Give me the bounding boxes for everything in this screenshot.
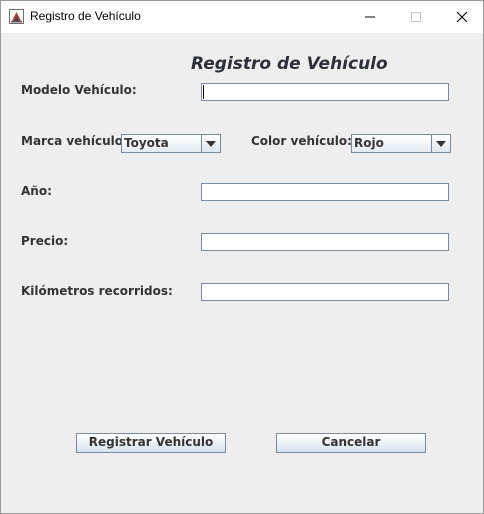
close-icon bbox=[456, 11, 468, 23]
anio-label: Año: bbox=[21, 184, 52, 198]
minimize-button[interactable] bbox=[347, 1, 393, 33]
km-label: Kilómetros recorridos: bbox=[21, 284, 173, 298]
chevron-down-icon[interactable] bbox=[201, 135, 220, 152]
register-button[interactable]: Registrar Vehículo bbox=[76, 433, 226, 453]
close-button[interactable] bbox=[439, 1, 484, 33]
maximize-button[interactable] bbox=[393, 1, 439, 33]
color-combobox[interactable]: Rojo bbox=[351, 134, 451, 153]
cancel-button[interactable]: Cancelar bbox=[276, 433, 426, 453]
chevron-down-icon[interactable] bbox=[431, 135, 450, 152]
modelo-label: Modelo Vehículo: bbox=[21, 83, 137, 97]
modelo-field[interactable] bbox=[201, 83, 449, 101]
color-label: Color vehículo: bbox=[251, 134, 352, 148]
java-app-icon bbox=[9, 9, 24, 24]
marca-label: Marca vehículo: bbox=[21, 134, 128, 148]
form-heading: Registro de Vehículo bbox=[191, 54, 388, 74]
form-panel: Registro de Vehículo Modelo Vehículo: Ma… bbox=[1, 33, 483, 513]
precio-field[interactable] bbox=[201, 233, 449, 251]
km-field[interactable] bbox=[201, 283, 449, 301]
app-window: Registro de Vehículo Registro de Vehícul… bbox=[0, 0, 484, 514]
text-caret bbox=[203, 85, 204, 99]
marca-combobox[interactable]: Toyota bbox=[121, 134, 221, 153]
window-title: Registro de Vehículo bbox=[30, 9, 141, 23]
minimize-icon bbox=[365, 16, 375, 18]
marca-selected-value: Toyota bbox=[124, 136, 169, 150]
precio-label: Precio: bbox=[21, 234, 69, 248]
maximize-icon bbox=[411, 12, 421, 22]
anio-field[interactable] bbox=[201, 183, 449, 201]
color-selected-value: Rojo bbox=[354, 136, 384, 150]
title-bar[interactable]: Registro de Vehículo bbox=[1, 1, 483, 33]
